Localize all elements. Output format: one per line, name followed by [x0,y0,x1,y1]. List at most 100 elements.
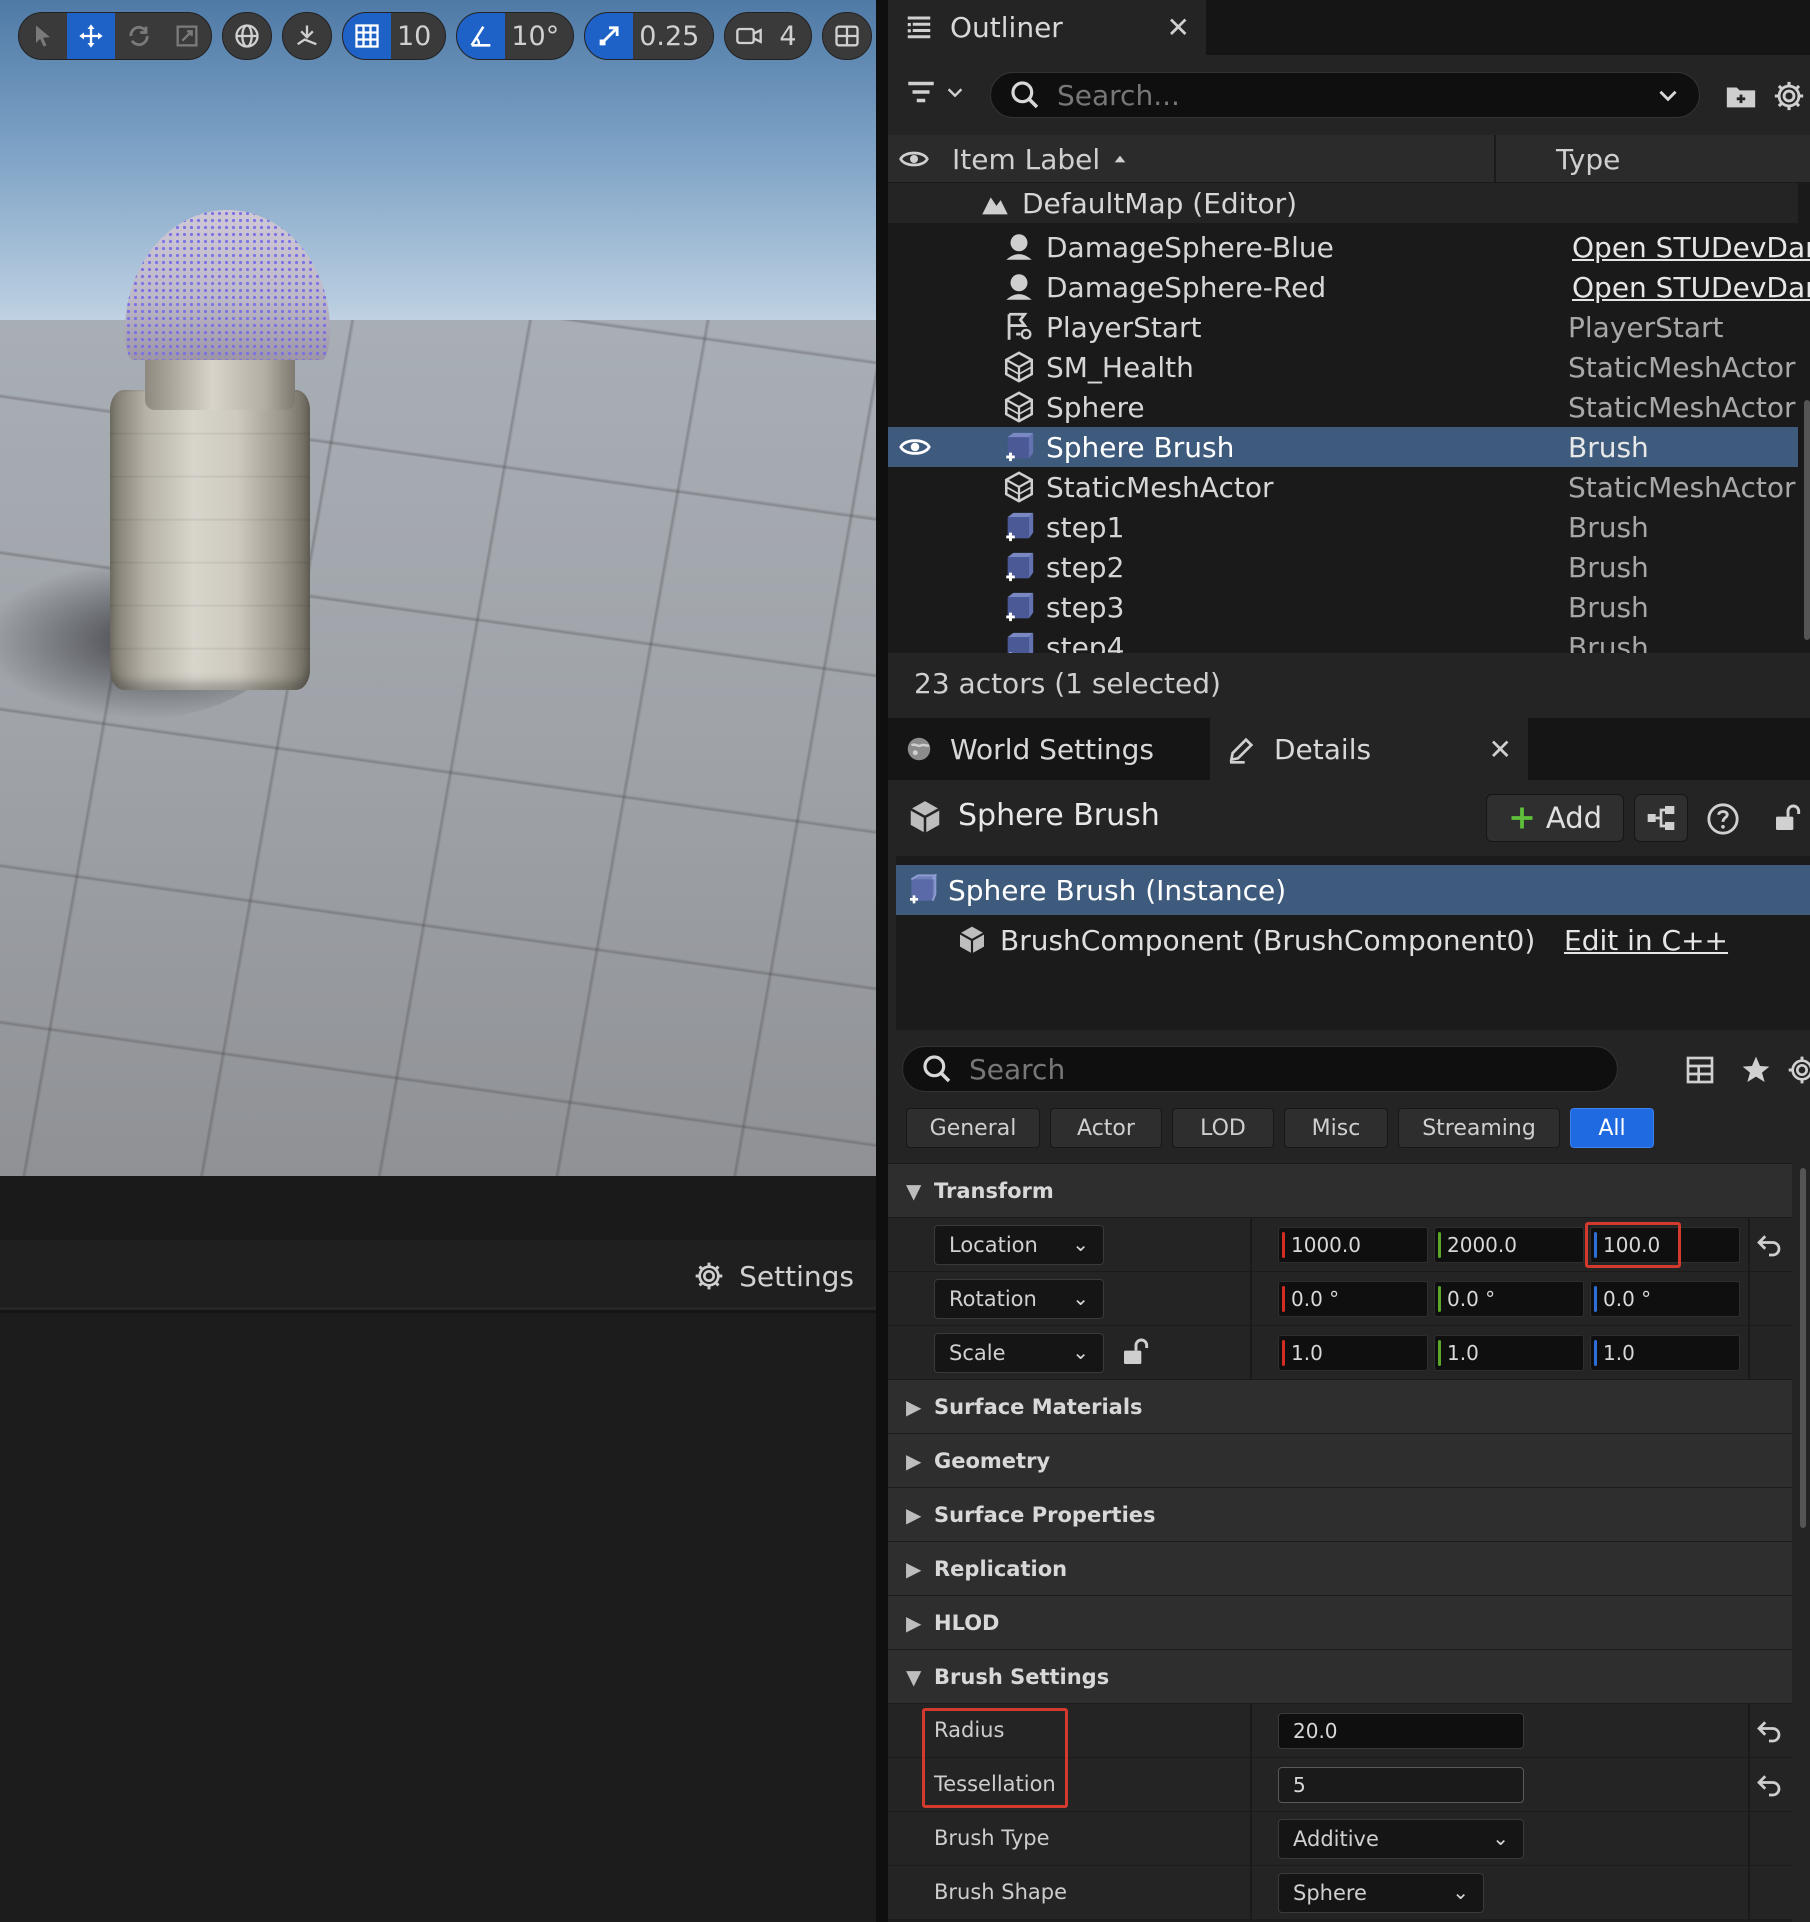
surface-snap-button[interactable] [283,13,331,59]
category-transform[interactable]: ▼ Transform [888,1163,1792,1217]
category-brush-settings[interactable]: ▼ Brush Settings [888,1649,1792,1703]
selected-actor-name[interactable]: Sphere Brush [958,798,1160,833]
location-x-field[interactable]: 1000.0 [1278,1227,1428,1263]
scale-snap-toggle[interactable] [585,13,634,59]
tree-row[interactable]: step3 Brush [888,587,1798,627]
filter-chip-lod[interactable]: LOD [1172,1108,1274,1148]
category-surface-properties[interactable]: ▶ Surface Properties [888,1487,1792,1541]
viewport-layout-button[interactable] [823,13,871,59]
rotation-y-field[interactable]: 0.0 ° [1434,1281,1584,1317]
reset-arrow-icon[interactable] [1754,1230,1784,1260]
brush-type-dropdown[interactable]: Additive ⌄ [1278,1819,1524,1859]
rotate-mode-button[interactable] [115,13,163,59]
tree-row[interactable]: SM_Health StaticMeshActor [888,347,1798,387]
property-search-box[interactable] [902,1046,1618,1092]
reset-arrow-icon[interactable] [1754,1716,1784,1746]
tree-row-type-link[interactable]: Open STUDevDama [1572,231,1810,264]
scale-snap-value[interactable]: 0.25 [633,13,713,59]
property-row-brush-type: Brush Type Additive ⌄ [888,1811,1792,1866]
rotation-x-field[interactable]: 0.0 ° [1278,1281,1428,1317]
panel-splitter[interactable] [876,0,888,1922]
scale-y-field[interactable]: 1.0 [1434,1335,1584,1371]
close-icon[interactable]: ✕ [1167,11,1190,44]
blueprint-button[interactable] [1634,794,1688,842]
tree-row[interactable]: step4 Brush [888,627,1798,653]
component-row-instance[interactable]: Sphere Brush (Instance) [896,865,1810,915]
filter-chip-misc[interactable]: Misc [1284,1108,1388,1148]
tab-outliner[interactable]: Outliner ✕ [888,0,1206,55]
add-folder-icon[interactable] [1724,79,1758,113]
property-search-input[interactable] [969,1052,1599,1086]
close-icon[interactable]: ✕ [1489,733,1512,766]
filter-chip-streaming[interactable]: Streaming [1398,1108,1560,1148]
rotation-z-field[interactable]: 0.0 ° [1590,1281,1740,1317]
settings-button[interactable]: Settings [693,1254,854,1298]
tree-row[interactable]: step1 Brush [888,507,1798,547]
filter-button[interactable] [904,75,966,109]
tab-world-settings[interactable]: World Settings [888,718,1206,780]
help-icon[interactable] [1706,802,1740,836]
filter-chip-general[interactable]: General [906,1108,1040,1148]
star-icon[interactable] [1740,1054,1772,1086]
tree-row[interactable]: Sphere StaticMeshActor [888,387,1798,427]
unlock-icon[interactable] [1772,802,1804,834]
tessellation-field[interactable]: 5 [1278,1767,1524,1803]
outliner-scrollbar[interactable] [1804,400,1810,640]
grid-snap-value[interactable]: 10 [391,13,445,59]
component-instance-label: Sphere Brush (Instance) [948,873,1287,907]
tree-root-row[interactable]: DefaultMap (Editor) [888,183,1798,223]
sort-ascending-icon [1114,155,1126,163]
scale-z-field[interactable]: 1.0 [1590,1335,1740,1371]
world-space-button[interactable] [223,13,271,59]
scale-mode-dropdown[interactable]: Scale ⌄ [934,1333,1104,1373]
tree-row[interactable]: PlayerStart PlayerStart [888,307,1798,347]
outliner-search-input[interactable] [1057,78,1639,112]
camera-speed-value[interactable]: 4 [773,13,810,59]
category-hlod[interactable]: ▶ HLOD [888,1595,1792,1649]
category-geometry[interactable]: ▶ Geometry [888,1433,1792,1487]
eye-icon[interactable] [898,143,930,175]
category-surface-materials[interactable]: ▶ Surface Materials [888,1379,1792,1433]
category-replication[interactable]: ▶ Replication [888,1541,1792,1595]
eye-icon[interactable] [898,430,932,464]
column-type[interactable]: Type [1556,135,1786,183]
outliner-search-box[interactable] [990,72,1700,118]
scale-x-field[interactable]: 1.0 [1278,1335,1428,1371]
tree-row-type-link[interactable]: Open STUDevDama [1572,271,1810,304]
column-item-label[interactable]: Item Label [942,135,1496,183]
rotation-snap-value[interactable]: 10° [505,13,573,59]
grid-snap-toggle[interactable] [343,13,391,59]
gear-icon[interactable] [1786,1054,1810,1086]
location-y-field[interactable]: 2000.0 [1434,1227,1584,1263]
unlock-icon[interactable] [1120,1336,1152,1368]
filter-chip-actor[interactable]: Actor [1050,1108,1162,1148]
rotation-mode-dropdown[interactable]: Rotation ⌄ [934,1279,1104,1319]
radius-field[interactable]: 20.0 [1278,1713,1524,1749]
tree-row[interactable]: DamageSphere-Blue Open STUDevDama [888,227,1810,267]
scale-mode-button[interactable] [163,13,211,59]
table-view-icon[interactable] [1684,1054,1716,1086]
tree-row[interactable]: step2 Brush [888,547,1798,587]
add-component-button[interactable]: Add [1486,794,1624,842]
camera-speed-button[interactable] [725,13,773,59]
component-row-brush[interactable]: BrushComponent (BrushComponent0) Edit in… [896,915,1810,965]
tree-row[interactable]: Sphere Brush Brush [888,427,1798,467]
reset-arrow-icon[interactable] [1754,1770,1784,1800]
location-mode-dropdown[interactable]: Location ⌄ [934,1225,1104,1265]
brush-shape-dropdown[interactable]: Sphere ⌄ [1278,1873,1484,1913]
edit-in-cpp-link[interactable]: Edit in C++ [1564,924,1728,957]
filter-chip-all[interactable]: All [1570,1108,1654,1148]
tab-details[interactable]: Details ✕ [1210,718,1528,780]
sphere-brush-mesh[interactable] [125,210,330,360]
tab-outliner-label: Outliner [950,11,1063,44]
select-mode-button[interactable] [19,13,67,59]
tree-row[interactable]: StaticMeshActor StaticMeshActor [888,467,1798,507]
properties-scrollbar[interactable] [1800,1168,1806,1528]
actor-sphere-icon [1006,274,1032,300]
translate-mode-button[interactable] [67,13,115,59]
level-viewport[interactable]: 10 10° 0.25 4 [0,0,876,1176]
chevron-down-icon[interactable] [1655,82,1681,108]
tree-row[interactable]: DamageSphere-Red Open STUDevDama [888,267,1810,307]
gear-icon[interactable] [1772,79,1806,113]
rotation-snap-toggle[interactable] [457,13,506,59]
